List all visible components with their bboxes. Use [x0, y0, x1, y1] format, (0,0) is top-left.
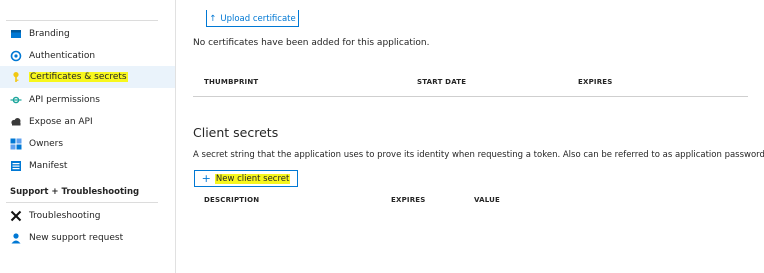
authentication-icon — [10, 50, 22, 62]
sidebar-item-label: Authentication — [29, 51, 96, 61]
column-header-description: DESCRIPTION — [204, 196, 260, 204]
sidebar: Branding Authentication Certificates & s… — [0, 0, 176, 273]
sidebar-item-new-support-request[interactable]: New support request — [0, 227, 175, 249]
sidebar-item-label: New support request — [29, 233, 124, 243]
column-header-thumbprint: THUMBPRINT — [204, 78, 259, 86]
new-client-secret-button[interactable]: + New client secret — [194, 170, 298, 187]
sidebar-item-label: Owners — [29, 139, 64, 149]
upload-certificate-label: Upload certificate — [220, 14, 296, 24]
sidebar-item-label: Troubleshooting — [29, 211, 101, 221]
sidebar-item-troubleshooting[interactable]: Troubleshooting — [0, 205, 175, 227]
cloud-icon — [10, 116, 22, 128]
manifest-icon — [10, 160, 22, 172]
support-icon — [10, 232, 22, 244]
sidebar-item-label: Expose an API — [29, 117, 93, 127]
owners-icon — [10, 138, 22, 150]
sidebar-item-api-permissions[interactable]: API permissions — [0, 89, 175, 111]
upload-certificate-button[interactable]: ↑ Upload certificate — [206, 10, 299, 27]
sidebar-item-label: Branding — [29, 29, 70, 39]
client-secrets-description: A secret string that the application use… — [193, 150, 764, 160]
column-header-start-date: START DATE — [417, 78, 467, 86]
sidebar-item-expose-an-api[interactable]: Expose an API — [0, 111, 175, 133]
divider — [193, 96, 748, 97]
key-icon — [10, 71, 22, 83]
tools-icon — [10, 210, 22, 222]
sidebar-item-authentication[interactable]: Authentication — [0, 45, 175, 67]
plus-icon: ↑ — [209, 14, 217, 24]
column-header-value: VALUE — [474, 196, 501, 204]
new-client-secret-label: New client secret — [214, 173, 291, 184]
sidebar-item-branding[interactable]: Branding — [0, 23, 175, 45]
no-certificates-message: No certificates have been added for this… — [193, 38, 430, 48]
client-secrets-title: Client secrets — [193, 125, 279, 140]
sidebar-item-owners[interactable]: Owners — [0, 133, 175, 155]
sidebar-item-label: API permissions — [29, 95, 100, 105]
column-header-expires: EXPIRES — [391, 196, 426, 204]
divider — [6, 20, 158, 21]
divider — [6, 202, 158, 203]
support-section-header: Support + Troubleshooting — [10, 187, 140, 197]
api-permissions-icon — [10, 94, 22, 106]
sidebar-item-label: Manifest — [29, 161, 68, 171]
sidebar-item-manifest[interactable]: Manifest — [0, 155, 175, 177]
sidebar-item-label: Certificates & secrets — [29, 72, 128, 82]
column-header-expires: EXPIRES — [578, 78, 613, 86]
main-content: ↑ Upload certificate No certificates hav… — [193, 0, 764, 273]
sidebar-item-certificates-secrets[interactable]: Certificates & secrets — [0, 66, 175, 88]
plus-icon: + — [201, 172, 211, 185]
branding-icon — [10, 28, 22, 40]
